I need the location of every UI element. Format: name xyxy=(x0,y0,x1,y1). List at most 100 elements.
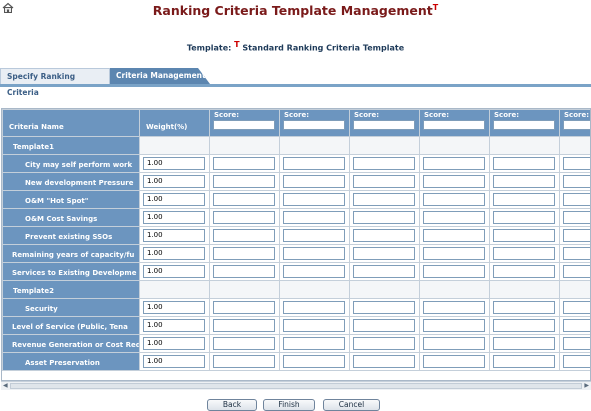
score-input[interactable] xyxy=(493,265,555,278)
score-header-input[interactable] xyxy=(213,120,275,130)
score-input[interactable] xyxy=(563,265,590,278)
score-input[interactable] xyxy=(423,229,485,242)
score-input[interactable] xyxy=(213,319,275,332)
horizontal-scrollbar[interactable]: ◀ ▶ xyxy=(1,381,591,390)
weight-input[interactable]: 1.00 xyxy=(143,229,205,242)
score-input[interactable] xyxy=(283,157,345,170)
weight-input[interactable]: 1.00 xyxy=(143,193,205,206)
score-input[interactable] xyxy=(493,157,555,170)
tab-specify-ranking-criteria[interactable]: Specify Ranking Criteria xyxy=(0,68,110,97)
score-input[interactable] xyxy=(493,301,555,314)
score-cell xyxy=(489,298,560,317)
score-input[interactable] xyxy=(423,319,485,332)
score-input[interactable] xyxy=(353,193,415,206)
score-input[interactable] xyxy=(213,301,275,314)
score-input[interactable] xyxy=(213,193,275,206)
score-input[interactable] xyxy=(563,211,590,224)
score-input[interactable] xyxy=(423,337,485,350)
score-input[interactable] xyxy=(563,319,590,332)
score-input[interactable] xyxy=(353,157,415,170)
score-input[interactable] xyxy=(493,337,555,350)
scrollbar-thumb[interactable] xyxy=(10,383,582,389)
score-input[interactable] xyxy=(283,247,345,260)
score-input[interactable] xyxy=(563,355,590,368)
score-input[interactable] xyxy=(493,229,555,242)
score-input[interactable] xyxy=(213,175,275,188)
score-input[interactable] xyxy=(353,211,415,224)
score-input[interactable] xyxy=(283,337,345,350)
score-input[interactable] xyxy=(563,247,590,260)
weight-input[interactable]: 1.00 xyxy=(143,319,205,332)
score-input[interactable] xyxy=(283,319,345,332)
weight-input[interactable]: 1.00 xyxy=(143,211,205,224)
score-input[interactable] xyxy=(493,193,555,206)
score-input[interactable] xyxy=(563,337,590,350)
score-input[interactable] xyxy=(213,157,275,170)
score-header-input[interactable] xyxy=(283,120,345,130)
score-input[interactable] xyxy=(353,175,415,188)
scroll-right-icon[interactable]: ▶ xyxy=(584,382,589,390)
weight-input[interactable]: 1.00 xyxy=(143,157,205,170)
back-button[interactable]: Back xyxy=(207,399,257,411)
score-input[interactable] xyxy=(353,265,415,278)
score-input[interactable] xyxy=(563,229,590,242)
tab-criteria-management[interactable]: Criteria Management xyxy=(110,68,210,84)
score-input[interactable] xyxy=(283,355,345,368)
score-input[interactable] xyxy=(493,319,555,332)
score-header-input[interactable] xyxy=(563,120,590,130)
score-input[interactable] xyxy=(353,337,415,350)
cancel-button[interactable]: Cancel xyxy=(323,399,380,411)
weight-input[interactable]: 1.00 xyxy=(143,175,205,188)
score-input[interactable] xyxy=(563,301,590,314)
weight-input[interactable]: 1.00 xyxy=(143,355,205,368)
score-input[interactable] xyxy=(283,265,345,278)
score-input[interactable] xyxy=(283,193,345,206)
score-input[interactable] xyxy=(353,301,415,314)
score-input[interactable] xyxy=(283,301,345,314)
group-name: Template2 xyxy=(2,280,140,299)
score-input[interactable] xyxy=(353,247,415,260)
score-input[interactable] xyxy=(283,211,345,224)
score-input[interactable] xyxy=(353,319,415,332)
criteria-name: Remaining years of capacity/fu xyxy=(2,244,140,263)
score-input[interactable] xyxy=(423,265,485,278)
score-header-input[interactable] xyxy=(493,120,555,130)
score-input[interactable] xyxy=(353,355,415,368)
score-input[interactable] xyxy=(423,175,485,188)
score-input[interactable] xyxy=(423,193,485,206)
weight-input[interactable]: 1.00 xyxy=(143,301,205,314)
score-input[interactable] xyxy=(213,229,275,242)
score-input[interactable] xyxy=(493,175,555,188)
weight-input[interactable]: 1.00 xyxy=(143,265,205,278)
score-input[interactable] xyxy=(213,265,275,278)
score-header-input[interactable] xyxy=(353,120,415,130)
score-cell xyxy=(349,190,420,209)
score-input[interactable] xyxy=(563,193,590,206)
scroll-left-icon[interactable]: ◀ xyxy=(3,382,8,390)
score-input[interactable] xyxy=(423,211,485,224)
score-input[interactable] xyxy=(563,157,590,170)
score-input[interactable] xyxy=(493,247,555,260)
score-input[interactable] xyxy=(423,247,485,260)
score-input[interactable] xyxy=(423,355,485,368)
score-input[interactable] xyxy=(493,355,555,368)
score-input[interactable] xyxy=(283,229,345,242)
score-input[interactable] xyxy=(283,175,345,188)
score-input[interactable] xyxy=(423,157,485,170)
score-input[interactable] xyxy=(213,337,275,350)
score-cell xyxy=(489,334,560,353)
score-cell xyxy=(279,208,350,227)
score-input[interactable] xyxy=(353,229,415,242)
score-input[interactable] xyxy=(213,247,275,260)
weight-input[interactable]: 1.00 xyxy=(143,247,205,260)
score-input[interactable] xyxy=(493,211,555,224)
score-cell xyxy=(419,226,490,245)
score-input[interactable] xyxy=(213,355,275,368)
score-input[interactable] xyxy=(213,211,275,224)
score-cell xyxy=(419,208,490,227)
score-header-input[interactable] xyxy=(423,120,485,130)
score-input[interactable] xyxy=(423,301,485,314)
score-input[interactable] xyxy=(563,175,590,188)
weight-input[interactable]: 1.00 xyxy=(143,337,205,350)
finish-button[interactable]: Finish xyxy=(263,399,315,411)
